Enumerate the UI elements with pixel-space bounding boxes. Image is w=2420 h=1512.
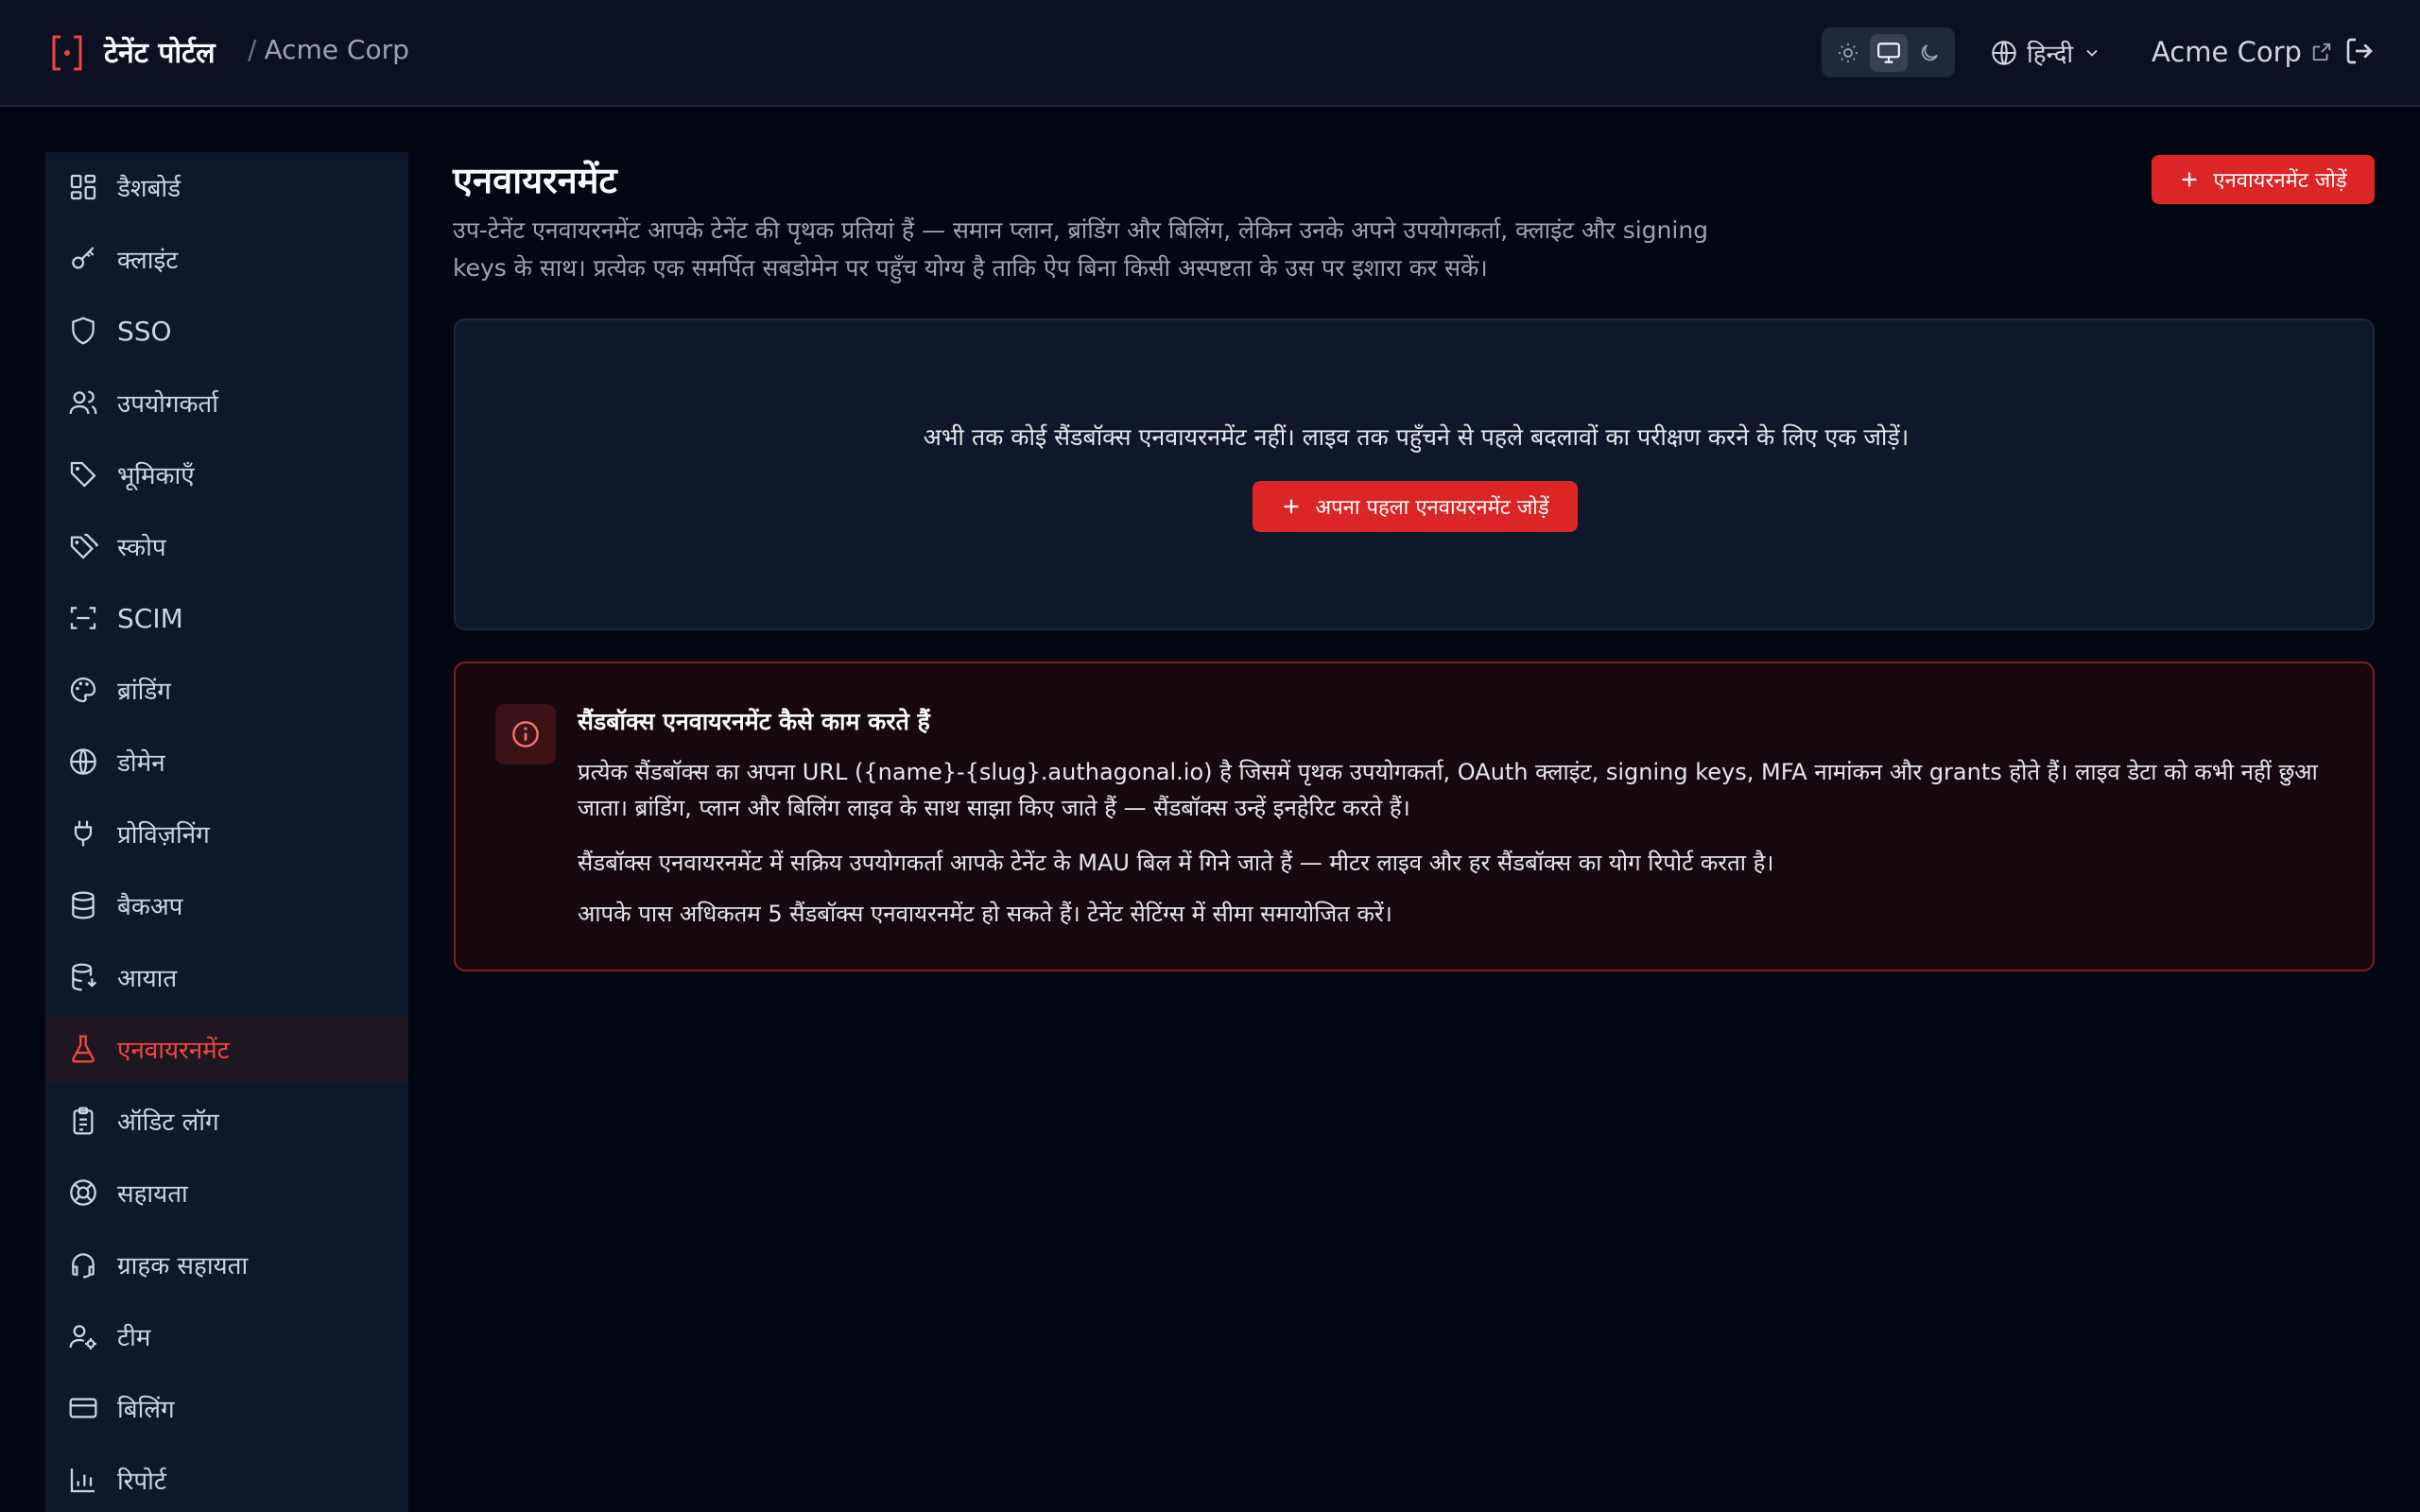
- tags-icon: [70, 533, 98, 559]
- language-selector[interactable]: हिन्दी: [1991, 34, 2101, 72]
- sidebar-item-clients[interactable]: क्लाइंट: [45, 226, 408, 292]
- info-paragraph-2: सैंडबॉक्स एनवायरनमेंट में सक्रिय उपयोगकर…: [578, 850, 1774, 876]
- info-title: सैंडबॉक्स एनवायरनमेंट कैसे काम करते हैं: [578, 708, 930, 735]
- moon-icon: [1921, 43, 1938, 60]
- breadcrumb: / Acme Corp: [248, 34, 409, 65]
- bar-chart-icon: [70, 1469, 95, 1493]
- sidebar-item-label: ऑडिट लॉग: [117, 1108, 219, 1137]
- language-label: हिन्दी: [2027, 41, 2074, 69]
- sidebar-item-backup[interactable]: बैकअप: [45, 872, 408, 938]
- sidebar-item-label: ग्राहक सहायता: [117, 1252, 249, 1280]
- page-title: एनवायरनमेंट: [453, 160, 617, 201]
- external-link-icon: [2312, 43, 2331, 61]
- add-environment-button[interactable]: एनवायरनमेंट जोड़ें: [2152, 155, 2375, 204]
- sidebar-item-scim[interactable]: SCIM: [45, 585, 408, 651]
- tag-icon: [70, 461, 96, 488]
- add-first-environment-label: अपना पहला एनवायरनमेंट जोड़ें: [1315, 496, 1549, 520]
- clipboard-icon: [73, 1107, 94, 1135]
- breadcrumb-separator: /: [248, 34, 257, 65]
- theme-toggle: [1822, 27, 1955, 77]
- monitor-icon: [1876, 42, 1900, 63]
- sidebar-item-reports[interactable]: रिपोर्ट: [45, 1447, 408, 1512]
- plug-icon: [74, 820, 93, 847]
- sidebar-item-label: टीम: [117, 1324, 151, 1352]
- org-link-label: Acme Corp: [2152, 36, 2302, 68]
- sidebar-item-label: बैकअप: [117, 893, 183, 921]
- sidebar-item-label: SSO: [117, 315, 172, 347]
- plus-icon: [1285, 499, 1299, 514]
- light-theme-button[interactable]: [1829, 34, 1867, 72]
- sidebar-item-import[interactable]: आयात: [45, 944, 408, 1010]
- sidebar-item-label: रिपोर्ट: [117, 1468, 166, 1496]
- user-cog-icon: [69, 1325, 96, 1349]
- credit-card-icon: [69, 1398, 97, 1418]
- system-theme-button[interactable]: [1869, 33, 1908, 72]
- sidebar-item-label: बिलिंग: [117, 1396, 175, 1424]
- sidebar-item-label: उपयोगकर्ता: [117, 390, 218, 419]
- sidebar-item-team[interactable]: टीम: [45, 1303, 408, 1369]
- plus-icon: [2183, 172, 2197, 187]
- sidebar-item-users[interactable]: उपयोगकर्ता: [45, 369, 408, 436]
- sidebar-item-label: स्कोप: [117, 534, 166, 562]
- brand-logo-icon: [51, 34, 83, 72]
- shield-icon: [72, 317, 95, 345]
- add-environment-label: एनवायरनमेंट जोड़ें: [2213, 169, 2347, 193]
- sidebar-item-branding[interactable]: ब्रांडिंग: [45, 657, 408, 723]
- empty-state-card: अभी तक कोई सैंडबॉक्स एनवायरनमेंट नहीं। ल…: [454, 318, 2375, 630]
- palette-icon: [70, 677, 96, 703]
- dark-theme-button[interactable]: [1910, 34, 1948, 72]
- sidebar-item-roles[interactable]: भूमिकाएँ: [45, 441, 408, 507]
- sidebar-item-provisioning[interactable]: प्रोविज़निंग: [45, 800, 408, 867]
- chevron-down-icon: [2086, 49, 2098, 57]
- globe-icon: [70, 748, 96, 775]
- breadcrumb-org: Acme Corp: [264, 34, 409, 65]
- scan-icon: [70, 607, 96, 629]
- sidebar-item-audit-log[interactable]: ऑडिट लॉग: [45, 1088, 408, 1154]
- top-header: टेनेंट पोर्टल / Acme Corp हिन्दी Acme Co…: [0, 0, 2420, 107]
- empty-state-message: अभी तक कोई सैंडबॉक्स एनवायरनमेंट नहीं। ल…: [923, 423, 1910, 451]
- sidebar-item-label: SCIM: [117, 602, 183, 634]
- flask-icon: [72, 1035, 95, 1063]
- brand-title[interactable]: टेनेंट पोर्टल: [104, 32, 216, 71]
- sidebar-item-label: प्रोविज़निंग: [117, 821, 210, 850]
- sidebar-item-environments[interactable]: एनवायरनमेंट: [45, 1016, 408, 1082]
- sidebar-item-domains[interactable]: डोमेन: [45, 729, 408, 795]
- sidebar-item-billing[interactable]: बिलिंग: [45, 1375, 408, 1441]
- sidebar: डैशबोर्ड क्लाइंट SSO उपयोगकर्ता भूमिकाएँ…: [45, 152, 408, 1512]
- database-import-icon: [72, 963, 97, 991]
- dashboard-icon: [70, 174, 96, 200]
- sidebar-item-label: भूमिकाएँ: [117, 462, 195, 490]
- page-description: उप-टेनेंट एनवायरनमेंट आपके टेनेंट की पृथ…: [453, 216, 1709, 282]
- globe-icon: [1992, 41, 2016, 65]
- org-external-link[interactable]: Acme Corp: [2152, 32, 2332, 72]
- info-paragraph-3: आपके पास अधिकतम 5 सैंडबॉक्स एनवायरनमेंट …: [578, 901, 1392, 927]
- database-icon: [72, 891, 95, 919]
- info-paragraph-1: प्रत्येक सैंडबॉक्स का अपना URL ({name}-{…: [578, 759, 2318, 821]
- sidebar-item-label: एनवायरनमेंट: [117, 1037, 230, 1065]
- sidebar-item-label: सहायता: [117, 1180, 188, 1209]
- sidebar-item-scopes[interactable]: स्कोप: [45, 513, 408, 579]
- sidebar-item-label: ब्रांडिंग: [117, 678, 171, 706]
- sidebar-item-label: क्लाइंट: [117, 247, 179, 275]
- info-icon: [512, 721, 539, 747]
- key-icon: [72, 247, 95, 269]
- sidebar-item-sso[interactable]: SSO: [45, 298, 408, 364]
- add-first-environment-button[interactable]: अपना पहला एनवायरनमेंट जोड़ें: [1253, 481, 1578, 532]
- info-icon-box: [495, 704, 556, 765]
- sun-icon: [1838, 43, 1858, 62]
- sidebar-item-help[interactable]: सहायता: [45, 1160, 408, 1226]
- logout-button[interactable]: [2344, 36, 2377, 68]
- sidebar-item-dashboard[interactable]: डैशबोर्ड: [45, 154, 408, 220]
- sidebar-item-customer-support[interactable]: ग्राहक सहायता: [45, 1231, 408, 1297]
- logout-icon: [2346, 38, 2373, 64]
- sidebar-item-label: डैशबोर्ड: [117, 175, 182, 203]
- sidebar-item-label: आयात: [117, 965, 178, 993]
- lifebuoy-icon: [70, 1179, 96, 1206]
- headset-icon: [72, 1253, 95, 1279]
- users-icon: [69, 390, 97, 415]
- sidebar-item-label: डोमेन: [117, 749, 165, 778]
- sandbox-info-card: सैंडबॉक्स एनवायरनमेंट कैसे काम करते हैं …: [454, 662, 2375, 971]
